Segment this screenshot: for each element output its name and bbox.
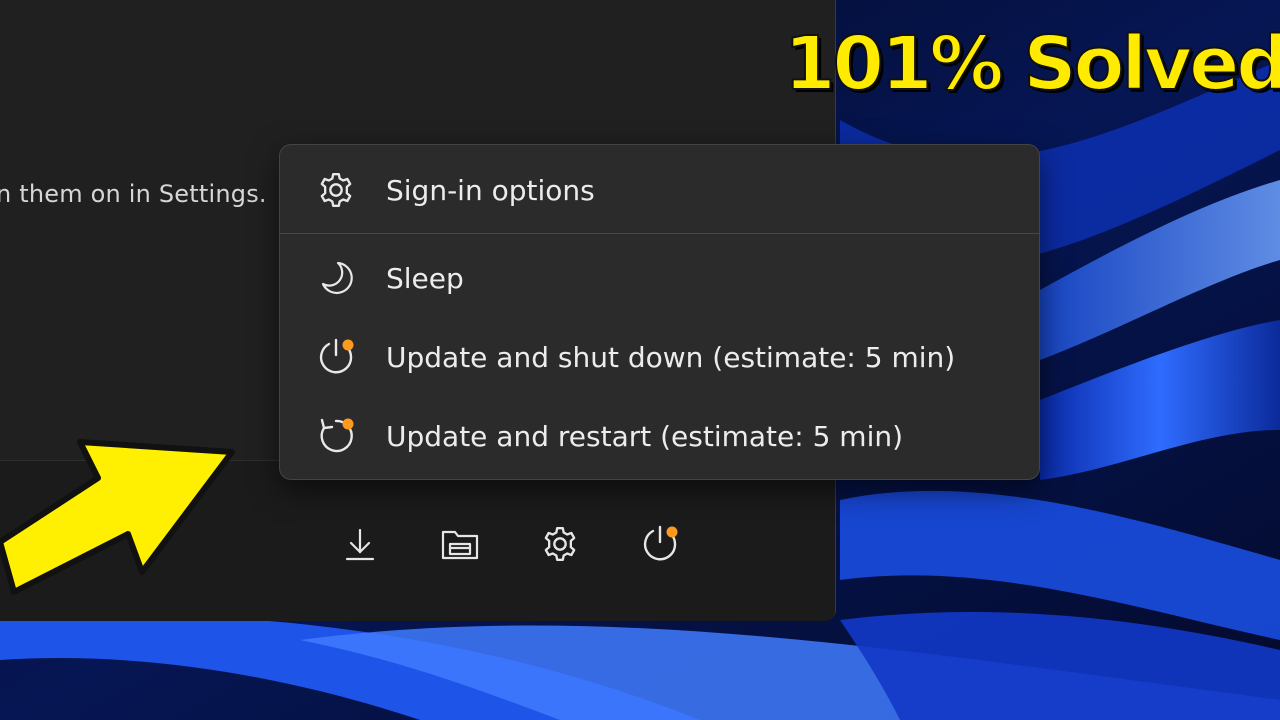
folder-icon [441,530,479,560]
menu-item-label: Update and restart (estimate: 5 min) [386,419,904,453]
menu-item-label: Sleep [386,261,464,295]
restart-update-icon [314,414,358,458]
menu-item-update-and-restart[interactable]: Update and restart (estimate: 5 min) [280,401,1039,471]
download-icon [345,528,375,561]
menu-divider [280,233,1039,234]
menu-item-sleep[interactable]: Sleep [280,243,1039,313]
thumbnail-headline: 101% Solved [783,20,1280,108]
power-options-menu: Sign-in options Sleep Update and shut do… [279,144,1040,480]
menu-item-update-and-shut-down[interactable]: Update and shut down (estimate: 5 min) [280,322,1039,392]
menu-item-label: Update and shut down (estimate: 5 min) [386,340,956,374]
arrow-icon [0,439,235,595]
file-explorer-button[interactable] [434,518,486,570]
downloads-button[interactable] [334,518,386,570]
power-icon [643,525,678,561]
yellow-arrow-annotation [0,430,250,600]
menu-item-sign-in-options[interactable]: Sign-in options [280,155,1039,225]
settings-button[interactable] [534,518,586,570]
power-button[interactable] [634,518,686,570]
gear-icon [314,168,358,212]
menu-item-label: Sign-in options [386,173,595,207]
settings-hint-text: n them on in Settings. [0,180,267,208]
moon-icon [314,256,358,300]
power-update-icon [314,335,358,379]
settings-icon [544,527,576,561]
